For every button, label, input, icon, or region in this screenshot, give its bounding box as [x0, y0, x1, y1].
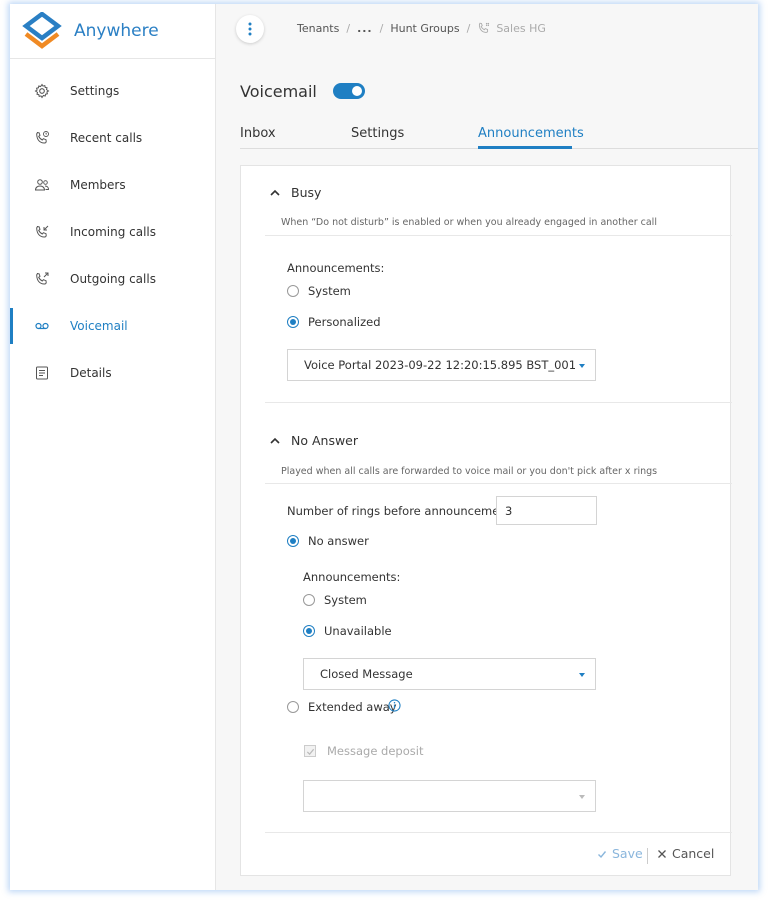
tab-inbox[interactable]: Inbox	[240, 126, 276, 141]
phone-outgoing-icon	[34, 271, 50, 287]
main-content: Tenants / ... / Hunt Groups / Sales HG V…	[216, 4, 758, 890]
breadcrumb-separator: /	[466, 21, 471, 35]
sidebar-item-details[interactable]: Details	[10, 355, 216, 391]
busy-announcements-label: Announcements:	[287, 261, 385, 275]
breadcrumb-separator: /	[379, 21, 384, 35]
app-window: Anywhere Settings Recent calls Members I	[10, 4, 758, 890]
info-icon[interactable]	[388, 699, 401, 712]
hunt-group-phone-icon	[477, 21, 491, 35]
document-icon	[34, 365, 50, 381]
unavailable-radio[interactable]	[303, 625, 315, 637]
cancel-button[interactable]: Cancel	[657, 846, 714, 861]
more-menu-button[interactable]	[236, 15, 264, 43]
sidebar-item-label: Members	[70, 178, 126, 192]
sidebar-item-label: Outgoing calls	[70, 272, 156, 286]
chevron-up-icon	[269, 435, 281, 447]
sidebar: Anywhere Settings Recent calls Members I	[10, 4, 216, 890]
page-title: Voicemail	[240, 82, 317, 101]
message-deposit-label: Message deposit	[327, 744, 424, 758]
save-button[interactable]: Save	[597, 846, 643, 861]
sidebar-item-label: Details	[70, 366, 112, 380]
busy-section-toggle[interactable]: Busy	[269, 185, 321, 200]
busy-announcement-select-value: Voice Portal 2023-09-22 12:20:15.895 BST…	[304, 358, 577, 372]
sidebar-item-voicemail[interactable]: Voicemail	[10, 308, 216, 344]
breadcrumb-separator: /	[346, 21, 351, 35]
busy-section-title: Busy	[291, 185, 322, 200]
breadcrumb-current: Sales HG	[477, 21, 546, 35]
kebab-icon	[248, 22, 252, 36]
voicemail-toggle[interactable]	[333, 83, 365, 99]
divider	[265, 832, 732, 833]
breadcrumb-tenants[interactable]: Tenants	[297, 22, 339, 35]
divider	[265, 235, 732, 236]
sidebar-item-outgoing-calls[interactable]: Outgoing calls	[10, 261, 216, 297]
unavailable-announcement-select-value: Closed Message	[320, 667, 413, 681]
top-bar: Tenants / ... / Hunt Groups / Sales HG	[216, 4, 758, 56]
voicemail-icon	[34, 318, 50, 334]
rings-input-value: 3	[505, 503, 513, 518]
sidebar-item-label: Incoming calls	[70, 225, 157, 239]
anywhere-logo-icon	[22, 12, 62, 50]
sidebar-item-label: Recent calls	[70, 131, 143, 145]
busy-system-radio[interactable]	[287, 285, 299, 297]
caret-down-icon	[579, 673, 585, 677]
no-answer-section-toggle[interactable]: No Answer	[269, 433, 358, 448]
button-separator	[647, 848, 648, 864]
message-deposit-checkbox[interactable]	[304, 745, 316, 757]
close-icon	[657, 849, 667, 859]
no-answer-section-description: Played when all calls are forwarded to v…	[281, 466, 658, 477]
check-icon	[597, 849, 607, 859]
no-answer-system-label: System	[324, 593, 367, 607]
rings-label: Number of rings before announcements	[287, 504, 518, 518]
busy-section-description: When “Do not disturb” is enabled or when…	[281, 217, 657, 228]
divider	[265, 402, 732, 403]
no-answer-section-title: No Answer	[291, 433, 359, 448]
phone-incoming-icon	[34, 224, 50, 240]
sidebar-item-label: Voicemail	[70, 319, 128, 333]
sidebar-item-label: Settings	[70, 84, 120, 98]
tab-settings[interactable]: Settings	[351, 126, 404, 141]
rings-input[interactable]: 3	[496, 496, 597, 525]
breadcrumb-ellipsis[interactable]: ...	[357, 22, 373, 35]
busy-system-label: System	[308, 284, 351, 298]
no-answer-announcements-label: Announcements:	[303, 570, 401, 584]
extended-away-radio[interactable]	[287, 701, 299, 713]
breadcrumb: Tenants / ... / Hunt Groups / Sales HG	[297, 21, 546, 35]
people-icon	[34, 177, 50, 193]
divider	[265, 483, 732, 484]
active-tab-indicator	[478, 146, 572, 149]
busy-announcement-select[interactable]: Voice Portal 2023-09-22 12:20:15.895 BST…	[287, 349, 596, 381]
gear-icon	[34, 83, 50, 99]
sidebar-item-incoming-calls[interactable]: Incoming calls	[10, 214, 216, 250]
no-answer-radio[interactable]	[287, 535, 299, 547]
extended-away-label: Extended away	[308, 700, 397, 714]
chevron-up-icon	[269, 187, 281, 199]
breadcrumb-current-label: Sales HG	[496, 21, 546, 35]
extended-away-select[interactable]	[303, 780, 596, 812]
caret-down-icon	[579, 795, 585, 799]
no-answer-label: No answer	[308, 534, 369, 548]
sidebar-item-recent-calls[interactable]: Recent calls	[10, 120, 216, 156]
tab-announcements[interactable]: Announcements	[478, 126, 584, 141]
tab-bar: Inbox Settings Announcements	[240, 124, 758, 149]
sidebar-item-settings[interactable]: Settings	[10, 73, 216, 109]
no-answer-system-radio[interactable]	[303, 594, 315, 606]
cancel-button-label: Cancel	[672, 846, 715, 861]
busy-personalized-label: Personalized	[308, 315, 381, 329]
brand-name: Anywhere	[74, 21, 159, 41]
breadcrumb-hunt-groups[interactable]: Hunt Groups	[390, 22, 459, 35]
caret-down-icon	[579, 364, 585, 368]
phone-clock-icon	[34, 130, 50, 146]
save-button-label: Save	[612, 846, 643, 861]
checkmark-icon	[306, 747, 315, 756]
unavailable-label: Unavailable	[324, 624, 392, 638]
brand: Anywhere	[10, 4, 215, 59]
announcements-card: Busy When “Do not disturb” is enabled or…	[240, 165, 732, 876]
busy-personalized-radio[interactable]	[287, 316, 299, 328]
unavailable-announcement-select[interactable]: Closed Message	[303, 658, 596, 690]
sidebar-item-members[interactable]: Members	[10, 167, 216, 203]
